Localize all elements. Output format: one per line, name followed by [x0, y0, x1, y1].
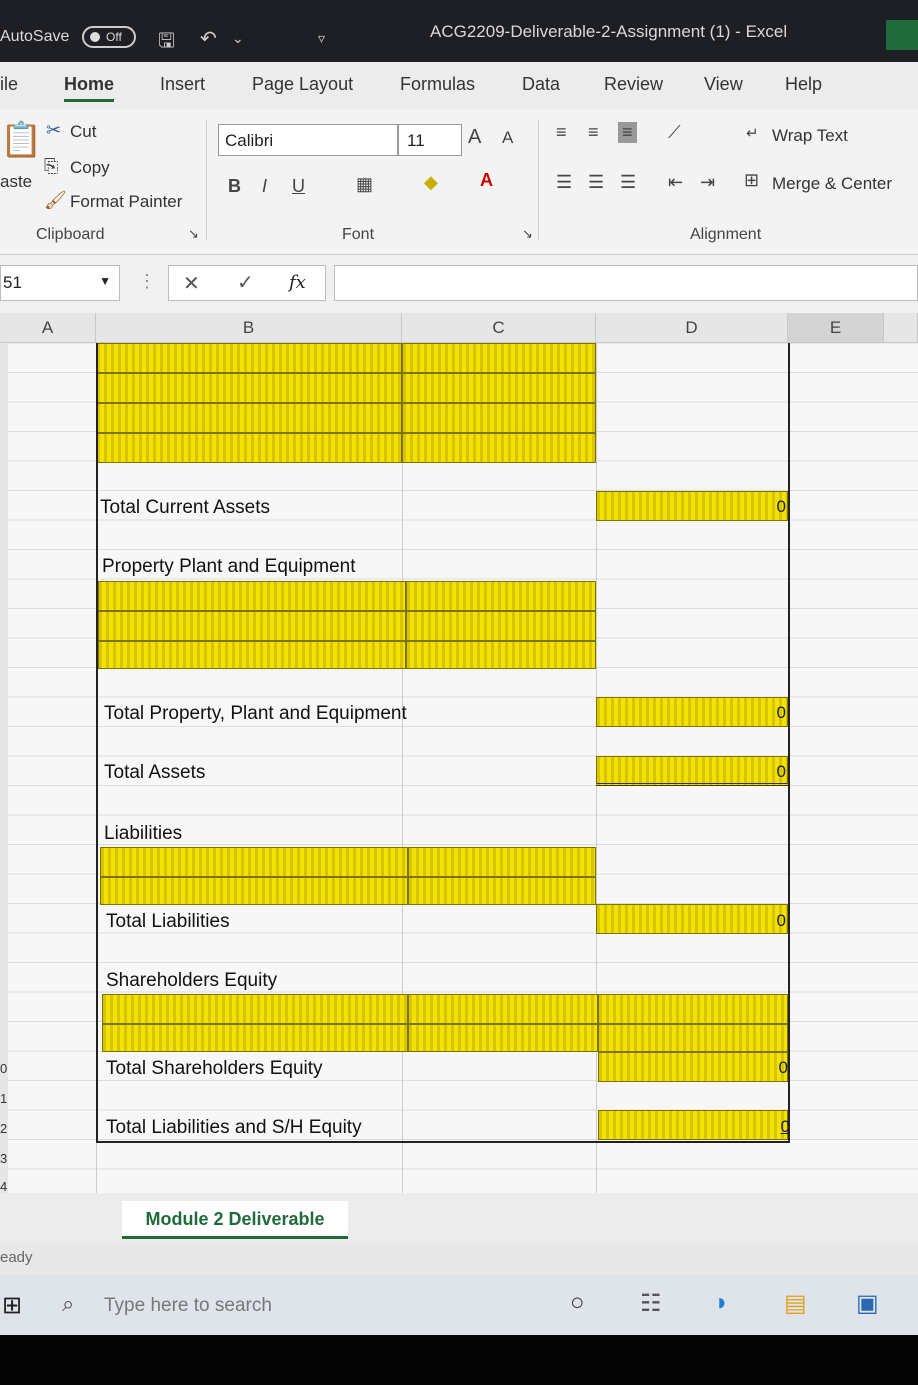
align-middle-icon[interactable]: ≡: [588, 122, 599, 143]
edge-icon[interactable]: ◑: [712, 1289, 727, 1317]
tab-help[interactable]: Help: [785, 74, 822, 95]
align-left-icon[interactable]: ☰: [556, 172, 572, 193]
customize-toolbar-icon[interactable]: ▿: [318, 30, 325, 47]
column-header-b[interactable]: B: [96, 313, 402, 343]
merge-center-button[interactable]: Merge & Center: [772, 174, 892, 194]
align-bottom-icon[interactable]: ≡: [618, 122, 637, 143]
shrink-font-icon[interactable]: A: [502, 128, 513, 148]
wrap-text-button[interactable]: Wrap Text: [772, 126, 848, 146]
row-number[interactable]: 2: [0, 1121, 7, 1136]
orientation-icon[interactable]: ⟋: [668, 122, 681, 143]
row-number[interactable]: 4: [0, 1179, 7, 1193]
format-painter-button[interactable]: Format Painter: [70, 192, 182, 212]
bold-button[interactable]: B: [228, 176, 241, 197]
align-center-icon[interactable]: ☰: [588, 172, 604, 193]
separator: [206, 120, 207, 240]
font-group-label: Font: [342, 226, 375, 243]
column-header-e[interactable]: E: [788, 313, 884, 343]
store-icon[interactable]: ▣: [856, 1289, 879, 1318]
tab-review[interactable]: Review: [604, 74, 663, 95]
merge-center-icon: ⊞: [744, 170, 760, 190]
copy-icon: ⎘: [44, 156, 59, 176]
formula-bar: 51 ▼ ⋮ ✕ ✓ fx: [0, 255, 918, 313]
windows-start-icon[interactable]: ⊞: [2, 1291, 22, 1320]
format-painter-icon: 🖌: [44, 190, 67, 210]
alignment-group-label: Alignment: [690, 226, 762, 243]
task-view-icon[interactable]: ☷: [640, 1289, 662, 1318]
ribbon-tabs: ile Home Insert Page Layout Formulas Dat…: [0, 62, 918, 110]
row-number[interactable]: 3: [0, 1151, 7, 1166]
font-color-icon[interactable]: A: [480, 170, 493, 191]
row-number[interactable]: 1: [0, 1091, 7, 1106]
ribbon: 📋 aste ✂ Cut ⎘ Copy 🖌 Format Painter Cli…: [0, 110, 918, 255]
insert-function-icon[interactable]: fx: [289, 272, 306, 293]
tab-view[interactable]: View: [704, 74, 743, 95]
borders-icon[interactable]: ▦: [356, 174, 373, 195]
cortana-icon[interactable]: ○: [570, 1289, 585, 1317]
font-launcher-icon[interactable]: ↘: [522, 226, 533, 242]
formula-actions: ✕ ✓ fx: [168, 265, 326, 301]
sheet-tab-module-2[interactable]: Module 2 Deliverable: [122, 1201, 348, 1239]
undo-dropdown-icon[interactable]: ⌄: [232, 30, 244, 47]
formula-input[interactable]: [334, 265, 918, 301]
column-header-c[interactable]: C: [402, 313, 596, 343]
autosave-label: AutoSave: [0, 28, 70, 45]
fill-color-icon[interactable]: ◆: [424, 172, 438, 193]
separator: [538, 120, 539, 240]
name-box-value: 51: [3, 273, 22, 292]
underline-button[interactable]: U: [292, 176, 305, 197]
paste-button[interactable]: aste: [0, 172, 32, 192]
status-text: eady: [0, 1249, 33, 1266]
font-name-select[interactable]: Calibri: [218, 124, 398, 156]
screen-bezel: [0, 1335, 918, 1385]
undo-icon[interactable]: ↶: [200, 26, 217, 51]
title-bar: AutoSave Off 🖫 ↶ ⌄ ▿ ACG2209-Deliverable…: [0, 0, 918, 62]
increase-indent-icon[interactable]: ⇥: [700, 172, 715, 193]
clipboard-launcher-icon[interactable]: ↘: [188, 226, 199, 242]
name-box[interactable]: 51 ▼: [0, 265, 120, 301]
table-outline: [96, 343, 790, 1143]
taskbar-search-input[interactable]: Type here to search: [104, 1295, 272, 1317]
enter-icon[interactable]: ✓: [237, 270, 254, 295]
paste-icon[interactable]: 📋: [0, 120, 42, 160]
decrease-indent-icon[interactable]: ⇤: [668, 172, 683, 193]
tab-insert[interactable]: Insert: [160, 74, 205, 95]
file-explorer-icon[interactable]: ▤: [784, 1289, 807, 1318]
tab-home[interactable]: Home: [64, 74, 115, 102]
document-title: ACG2209-Deliverable-2-Assignment (1) - E…: [430, 22, 788, 41]
cancel-icon[interactable]: ✕: [183, 271, 200, 296]
taskbar: ⊞ ⌕ Type here to search ○ ☷ ◑ ▤ ▣: [0, 1275, 918, 1335]
tab-file[interactable]: ile: [0, 74, 18, 95]
spreadsheet-grid[interactable]: A B C D E 0 1 2 3 4 Total Current Assets…: [0, 313, 918, 1193]
cut-icon: ✂: [46, 120, 62, 140]
column-header-a[interactable]: A: [0, 313, 96, 343]
tab-formulas[interactable]: Formulas: [400, 74, 475, 95]
window-control[interactable]: [886, 20, 918, 50]
row-number[interactable]: 0: [0, 1061, 7, 1076]
tab-page-layout[interactable]: Page Layout: [252, 74, 353, 95]
column-header-d[interactable]: D: [596, 313, 788, 343]
font-size-select[interactable]: 11: [398, 124, 462, 156]
wrap-text-icon: ↵: [746, 125, 759, 142]
status-bar: eady: [0, 1243, 918, 1275]
cut-button[interactable]: Cut: [70, 122, 96, 142]
autosave-toggle[interactable]: Off: [82, 26, 136, 48]
font-name-value: Calibri: [225, 131, 274, 150]
align-top-icon[interactable]: ≡: [556, 122, 567, 143]
search-icon: ⌕: [62, 1291, 75, 1316]
font-size-value: 11: [407, 131, 425, 150]
copy-button[interactable]: Copy: [70, 158, 110, 178]
save-icon[interactable]: 🖫: [158, 26, 175, 60]
more-options-icon: ⋮: [138, 271, 156, 291]
italic-button[interactable]: I: [262, 176, 267, 197]
grow-font-icon[interactable]: A: [468, 126, 481, 149]
column-header-f[interactable]: [884, 313, 918, 343]
tab-data[interactable]: Data: [522, 74, 560, 95]
chevron-down-icon[interactable]: ▼: [99, 274, 111, 288]
clipboard-group-label: Clipboard: [36, 226, 105, 243]
align-right-icon[interactable]: ☰: [620, 172, 636, 193]
sheet-tab-bar: Module 2 Deliverable: [0, 1193, 918, 1243]
